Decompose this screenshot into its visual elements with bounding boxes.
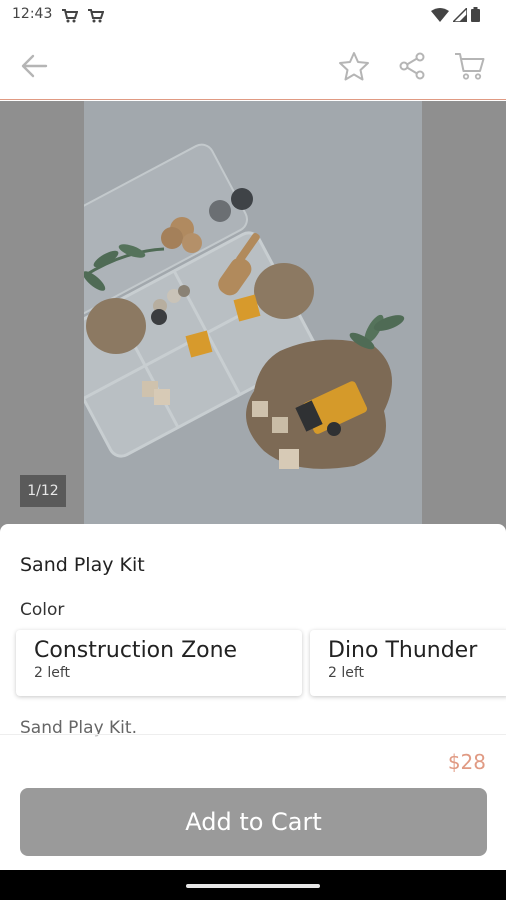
system-nav-bar — [0, 870, 506, 900]
add-to-cart-button[interactable]: Add to Cart — [20, 788, 487, 856]
sheet-divider — [0, 734, 506, 758]
favorite-button[interactable] — [334, 46, 374, 86]
cart-notification-icon — [62, 8, 79, 27]
color-options: Construction Zone 2 left Dino Thunder 2 … — [0, 630, 506, 700]
wifi-icon — [431, 7, 449, 26]
cart-icon — [455, 53, 485, 80]
color-option-stock: 2 left — [328, 665, 365, 681]
product-bottom-sheet: Sand Play Kit Color Construction Zone 2 … — [0, 524, 506, 870]
app-bar — [0, 32, 506, 100]
color-option-name: Construction Zone — [34, 638, 238, 663]
signal-icon — [451, 6, 468, 26]
color-option-stock: 2 left — [34, 665, 71, 681]
color-option-name: Dino Thunder — [328, 638, 478, 663]
cart-notification-icon — [88, 8, 105, 27]
status-bar: 12:43 — [0, 0, 506, 32]
share-button[interactable] — [392, 46, 432, 86]
battery-icon — [471, 7, 480, 26]
back-arrow-icon — [21, 54, 48, 78]
color-option-dino-thunder[interactable]: Dino Thunder 2 left — [310, 630, 506, 696]
cart-button[interactable] — [450, 46, 490, 86]
product-image-gallery[interactable]: 1/12 — [0, 101, 506, 541]
star-icon — [339, 52, 369, 81]
image-page-indicator: 1/12 — [20, 475, 66, 507]
product-price: $28 — [447, 750, 486, 774]
status-time: 12:43 — [12, 6, 53, 22]
product-photo — [84, 101, 422, 541]
home-gesture-pill[interactable] — [186, 884, 320, 888]
back-button[interactable] — [16, 48, 52, 84]
share-icon — [399, 52, 425, 80]
color-label: Color — [20, 600, 65, 620]
product-title: Sand Play Kit — [20, 554, 145, 576]
color-option-construction-zone[interactable]: Construction Zone 2 left — [16, 630, 302, 696]
